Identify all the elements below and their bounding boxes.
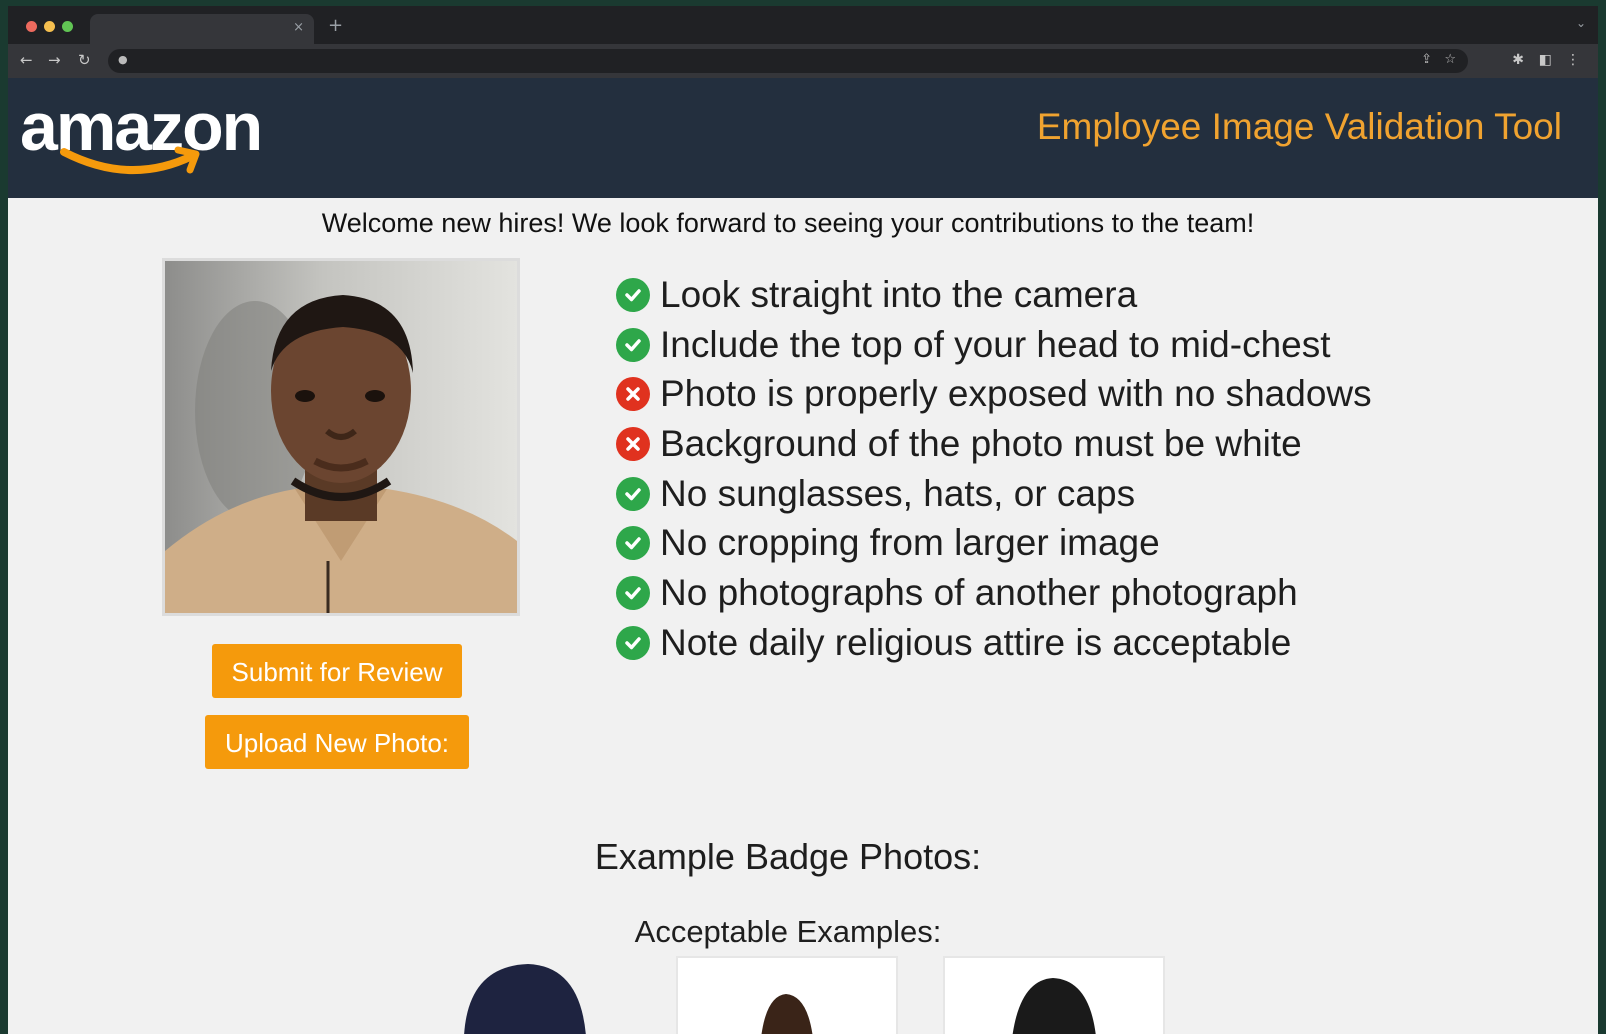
checklist-item: Include the top of your head to mid-ches…: [616, 320, 1372, 370]
forward-icon[interactable]: →: [48, 51, 61, 69]
check-circle-icon: [616, 526, 650, 561]
example-photo: [428, 956, 646, 1034]
tab-search-icon[interactable]: ⌄: [1576, 16, 1586, 30]
address-bar[interactable]: ● ⇪ ☆: [108, 49, 1468, 73]
checklist-text: No cropping from larger image: [660, 522, 1160, 564]
check-circle-icon: [616, 575, 650, 610]
screen-frame: × + ⌄ ← → ↻ ● ⇪ ☆ ✱ ◧ ⋮ amazon Employee …: [0, 0, 1606, 1034]
checklist-text: Photo is properly exposed with no shadow…: [660, 373, 1372, 415]
back-icon[interactable]: ←: [20, 51, 33, 69]
amazon-logo[interactable]: amazon: [20, 89, 280, 190]
x-circle-icon: [616, 377, 650, 412]
example-photo-image: [1012, 978, 1096, 1034]
close-window-button[interactable]: [26, 21, 37, 32]
smile-arrow-icon: [60, 146, 200, 174]
checklist-text: Include the top of your head to mid-ches…: [660, 323, 1331, 365]
example-photo: [676, 956, 898, 1034]
check-circle-icon: [616, 277, 650, 312]
share-icon[interactable]: ⇪: [1421, 52, 1432, 67]
bookmark-star-icon[interactable]: ☆: [1444, 52, 1456, 67]
menu-kebab-icon[interactable]: ⋮: [1566, 52, 1580, 68]
lock-icon: ●: [118, 53, 128, 66]
browser-window: × + ⌄ ← → ↻ ● ⇪ ☆ ✱ ◧ ⋮ amazon Employee …: [8, 6, 1598, 1034]
checklist-text: Note daily religious attire is acceptabl…: [660, 621, 1292, 663]
browser-tab[interactable]: ×: [90, 14, 314, 44]
acceptable-examples-heading: Acceptable Examples:: [634, 914, 942, 949]
checklist-text: No photographs of another photograph: [660, 571, 1298, 613]
checklist-text: No sunglasses, hats, or caps: [660, 472, 1136, 514]
checklist-item: Background of the photo must be white: [616, 419, 1372, 469]
checklist-item: Photo is properly exposed with no shadow…: [616, 369, 1372, 419]
welcome-message: Welcome new hires! We look forward to se…: [321, 208, 1255, 238]
validation-checklist: Look straight into the camera Include th…: [616, 270, 1372, 668]
checklist-text: Look straight into the camera: [660, 273, 1138, 315]
example-photo-image: [761, 994, 813, 1034]
sidepanel-icon[interactable]: ◧: [1539, 52, 1552, 68]
app-header: amazon Employee Image Validation Tool: [8, 78, 1598, 198]
tab-bar: × + ⌄: [8, 6, 1598, 44]
maximize-window-button[interactable]: [62, 21, 73, 32]
reload-icon[interactable]: ↻: [78, 51, 91, 69]
submit-for-review-button[interactable]: Submit for Review: [212, 644, 462, 698]
checklist-item: No cropping from larger image: [616, 518, 1372, 568]
checklist-item: Look straight into the camera: [616, 270, 1372, 320]
example-photo-image: [464, 964, 586, 1034]
employee-photo: [162, 258, 520, 616]
browser-toolbar: ← → ↻ ● ⇪ ☆ ✱ ◧ ⋮: [8, 44, 1598, 78]
extensions-icon[interactable]: ✱: [1512, 52, 1524, 68]
portrait-image: [165, 261, 517, 613]
checklist-item: Note daily religious attire is acceptabl…: [616, 618, 1372, 668]
checklist-item: No sunglasses, hats, or caps: [616, 469, 1372, 519]
check-circle-icon: [616, 476, 650, 511]
checklist-item: No photographs of another photograph: [616, 568, 1372, 618]
minimize-window-button[interactable]: [44, 21, 55, 32]
check-circle-icon: [616, 327, 650, 362]
checklist-text: Background of the photo must be white: [660, 422, 1302, 464]
tab-close-icon[interactable]: ×: [293, 20, 304, 35]
example-photo: [943, 956, 1165, 1034]
new-tab-button[interactable]: +: [328, 15, 343, 36]
examples-heading: Example Badge Photos:: [594, 836, 982, 877]
x-circle-icon: [616, 426, 650, 461]
upload-new-photo-button[interactable]: Upload New Photo:: [205, 715, 469, 769]
page-title: Employee Image Validation Tool: [1036, 106, 1562, 147]
check-circle-icon: [616, 625, 650, 660]
